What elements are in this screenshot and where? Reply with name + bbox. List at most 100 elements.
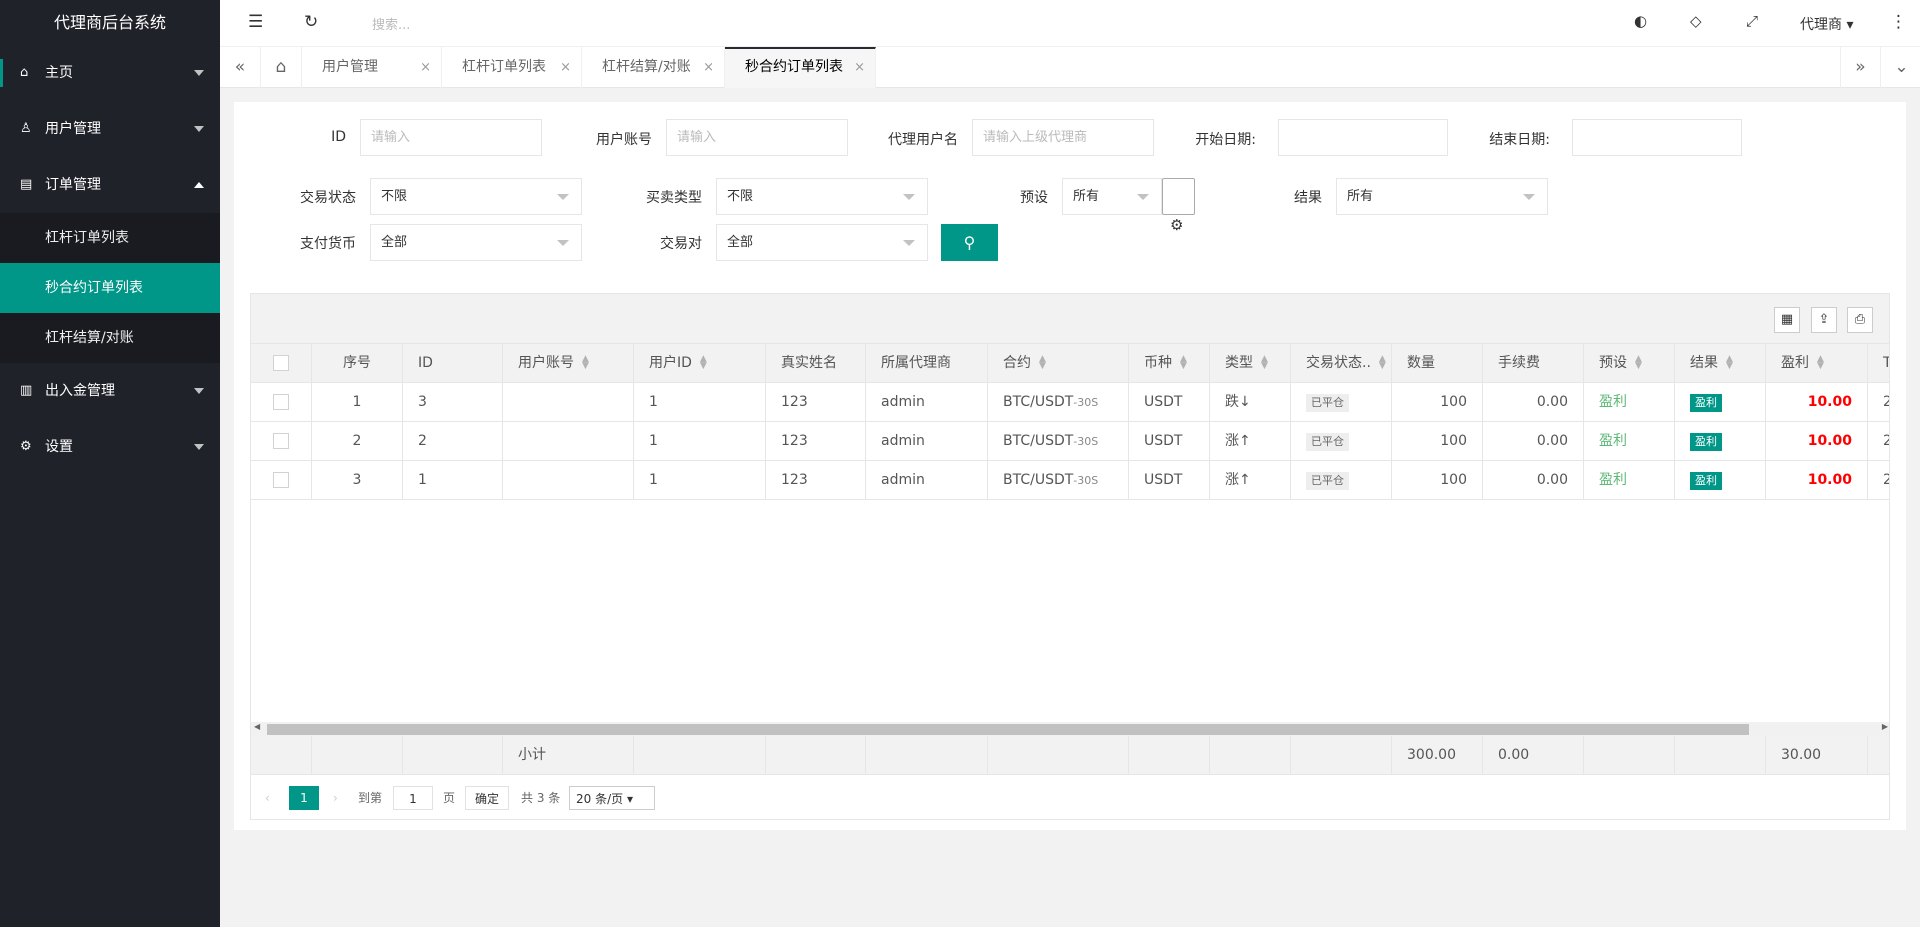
export-icon[interactable]: ⇪: [1811, 307, 1837, 333]
orders-table: ▦ ⇪ ⎙ 序号 ID 用户账号 ▲ ▼ 用户ID ▲ ▼ 真实姓名 所属代理商 合约 ▲…: [250, 293, 1890, 820]
cell-fee: 0.00: [1483, 461, 1584, 500]
close-icon[interactable]: ×: [854, 49, 865, 86]
tabs-scroll-right-icon[interactable]: »: [1840, 47, 1881, 88]
select-all-checkbox[interactable]: [251, 344, 312, 383]
sidebar-item-label: 出入金管理: [45, 383, 115, 399]
sort-icon[interactable]: ▲ ▼: [700, 355, 707, 371]
agent-menu[interactable]: 代理商 ▾: [1800, 14, 1853, 34]
row-checkbox[interactable]: [251, 461, 312, 500]
page-1-button[interactable]: 1: [289, 786, 319, 810]
close-icon[interactable]: ×: [560, 47, 571, 88]
refresh-icon[interactable]: ↻: [304, 12, 318, 32]
next-page-icon[interactable]: ›: [333, 786, 338, 810]
subtotal-profit: 30.00: [1766, 736, 1868, 775]
table-toolbar: ▦ ⇪ ⎙: [251, 294, 1889, 344]
cell-uid: 1: [634, 461, 766, 500]
col-profit[interactable]: 盈利 ▲ ▼: [1766, 344, 1868, 383]
col-uid[interactable]: 用户ID ▲ ▼: [634, 344, 766, 383]
cell-uid: 1: [634, 383, 766, 422]
sidebar-item-funds[interactable]: ▥ 出入金管理: [0, 363, 220, 419]
tab-leverage-orders[interactable]: 杠杆订单列表 ×: [442, 47, 582, 88]
prev-page-icon[interactable]: ‹: [265, 786, 270, 810]
sidebar-item-second-contract-orders[interactable]: 秒合约订单列表: [0, 263, 220, 313]
horizontal-scrollbar[interactable]: ◀ ▶: [251, 722, 1889, 736]
columns-icon[interactable]: ▦: [1774, 307, 1800, 333]
tab-home-icon[interactable]: ⌂: [261, 47, 302, 88]
fullscreen-icon[interactable]: ⤢: [1746, 12, 1758, 30]
sidebar-item-orders[interactable]: ▤ 订单管理: [0, 157, 220, 213]
sort-icon[interactable]: ▲ ▼: [1039, 355, 1046, 371]
sort-icon[interactable]: ▲ ▼: [582, 355, 589, 371]
result-select[interactable]: 所有: [1336, 178, 1548, 215]
col-status[interactable]: 交易状态.. ▲ ▼: [1291, 344, 1392, 383]
sort-icon[interactable]: ▲ ▼: [1379, 355, 1386, 371]
tabs-dropdown-icon[interactable]: ⌄: [1881, 47, 1920, 88]
start-date-label: 开始日期:: [1195, 132, 1256, 148]
scroll-right-arrow-icon[interactable]: ▶: [1882, 722, 1888, 731]
tab-users[interactable]: 用户管理 ×: [302, 47, 442, 88]
more-vertical-icon[interactable]: ⋮: [1890, 12, 1907, 32]
cell-account: [503, 422, 634, 461]
cell-preset: 盈利: [1584, 422, 1675, 461]
col-preset[interactable]: 预设 ▲ ▼: [1584, 344, 1675, 383]
col-result[interactable]: 结果 ▲ ▼: [1675, 344, 1766, 383]
menu-collapse-icon[interactable]: ☰: [248, 12, 263, 32]
sort-icon[interactable]: ▲ ▼: [1726, 355, 1733, 371]
row-checkbox[interactable]: [251, 422, 312, 461]
cell-status: 已平仓: [1291, 461, 1392, 500]
agent-user-input[interactable]: 请输入上级代理商: [972, 119, 1154, 156]
gear-icon: ⚙: [20, 439, 32, 454]
id-input[interactable]: 请输入: [360, 119, 542, 156]
sort-icon[interactable]: ▲ ▼: [1635, 355, 1642, 371]
trade-status-select[interactable]: 不限: [370, 178, 582, 215]
account-input[interactable]: 请输入: [666, 119, 848, 156]
scrollbar-thumb[interactable]: [267, 724, 1749, 735]
sidebar-item-settings[interactable]: ⚙ 设置: [0, 419, 220, 475]
scroll-left-arrow-icon[interactable]: ◀: [254, 722, 260, 731]
cell-type: 涨↑: [1210, 422, 1291, 461]
cell-agent: admin: [866, 422, 988, 461]
agent-name: 代理商: [1800, 17, 1842, 33]
goto-confirm-button[interactable]: 确定: [465, 786, 509, 810]
search-button[interactable]: ⚲: [941, 224, 998, 261]
cell-uid: 1: [634, 422, 766, 461]
sidebar-item-users[interactable]: ♙ 用户管理: [0, 101, 220, 157]
sort-icon[interactable]: ▲ ▼: [1180, 355, 1187, 371]
end-date-input[interactable]: [1572, 119, 1742, 156]
search-input[interactable]: 搜索...: [372, 14, 410, 33]
contract-period: -30S: [1073, 396, 1099, 409]
tab-leverage-settlement[interactable]: 杠杆结算/对账 ×: [582, 47, 725, 88]
cell-id: 2: [403, 422, 503, 461]
close-icon[interactable]: ×: [420, 47, 431, 88]
theme-icon[interactable]: ◐: [1634, 12, 1647, 30]
pair-select[interactable]: 全部: [716, 224, 928, 261]
cell-status: 已平仓: [1291, 422, 1392, 461]
close-icon[interactable]: ×: [703, 47, 714, 88]
sort-icon[interactable]: ▲ ▼: [1817, 355, 1824, 371]
tab-label: 用户管理: [322, 59, 378, 75]
tag-icon[interactable]: ◇: [1690, 12, 1702, 30]
preset-extra-box[interactable]: [1162, 178, 1195, 215]
tab-second-contract-orders[interactable]: 秒合约订单列表 ×: [725, 47, 876, 88]
tabs-scroll-left-icon[interactable]: «: [220, 47, 261, 88]
page-size-select[interactable]: 20 条/页 ▾: [569, 786, 655, 810]
col-account[interactable]: 用户账号 ▲ ▼: [503, 344, 634, 383]
sidebar-item-home[interactable]: ⌂ 主页: [0, 45, 220, 101]
contract-pair: BTC/USDT: [1003, 433, 1074, 449]
preset-select[interactable]: 所有: [1062, 178, 1162, 215]
trade-type-select[interactable]: 不限: [716, 178, 928, 215]
row-checkbox[interactable]: [251, 383, 312, 422]
col-type[interactable]: 类型 ▲ ▼: [1210, 344, 1291, 383]
print-icon[interactable]: ⎙: [1847, 307, 1873, 333]
col-coin[interactable]: 币种 ▲ ▼: [1129, 344, 1210, 383]
col-contract[interactable]: 合约 ▲ ▼: [988, 344, 1129, 383]
goto-page-input[interactable]: 1: [393, 786, 433, 810]
sidebar-item-leverage-orders[interactable]: 杠杆订单列表: [0, 213, 220, 263]
sort-icon[interactable]: ▲ ▼: [1261, 355, 1268, 371]
sidebar-item-leverage-settlement[interactable]: 杠杆结算/对账: [0, 313, 220, 363]
currency-select[interactable]: 全部: [370, 224, 582, 261]
start-date-input[interactable]: [1278, 119, 1448, 156]
cell-status: 已平仓: [1291, 383, 1392, 422]
gear-icon[interactable]: ⚙: [1170, 216, 1183, 234]
col-agent: 所属代理商: [866, 344, 988, 383]
